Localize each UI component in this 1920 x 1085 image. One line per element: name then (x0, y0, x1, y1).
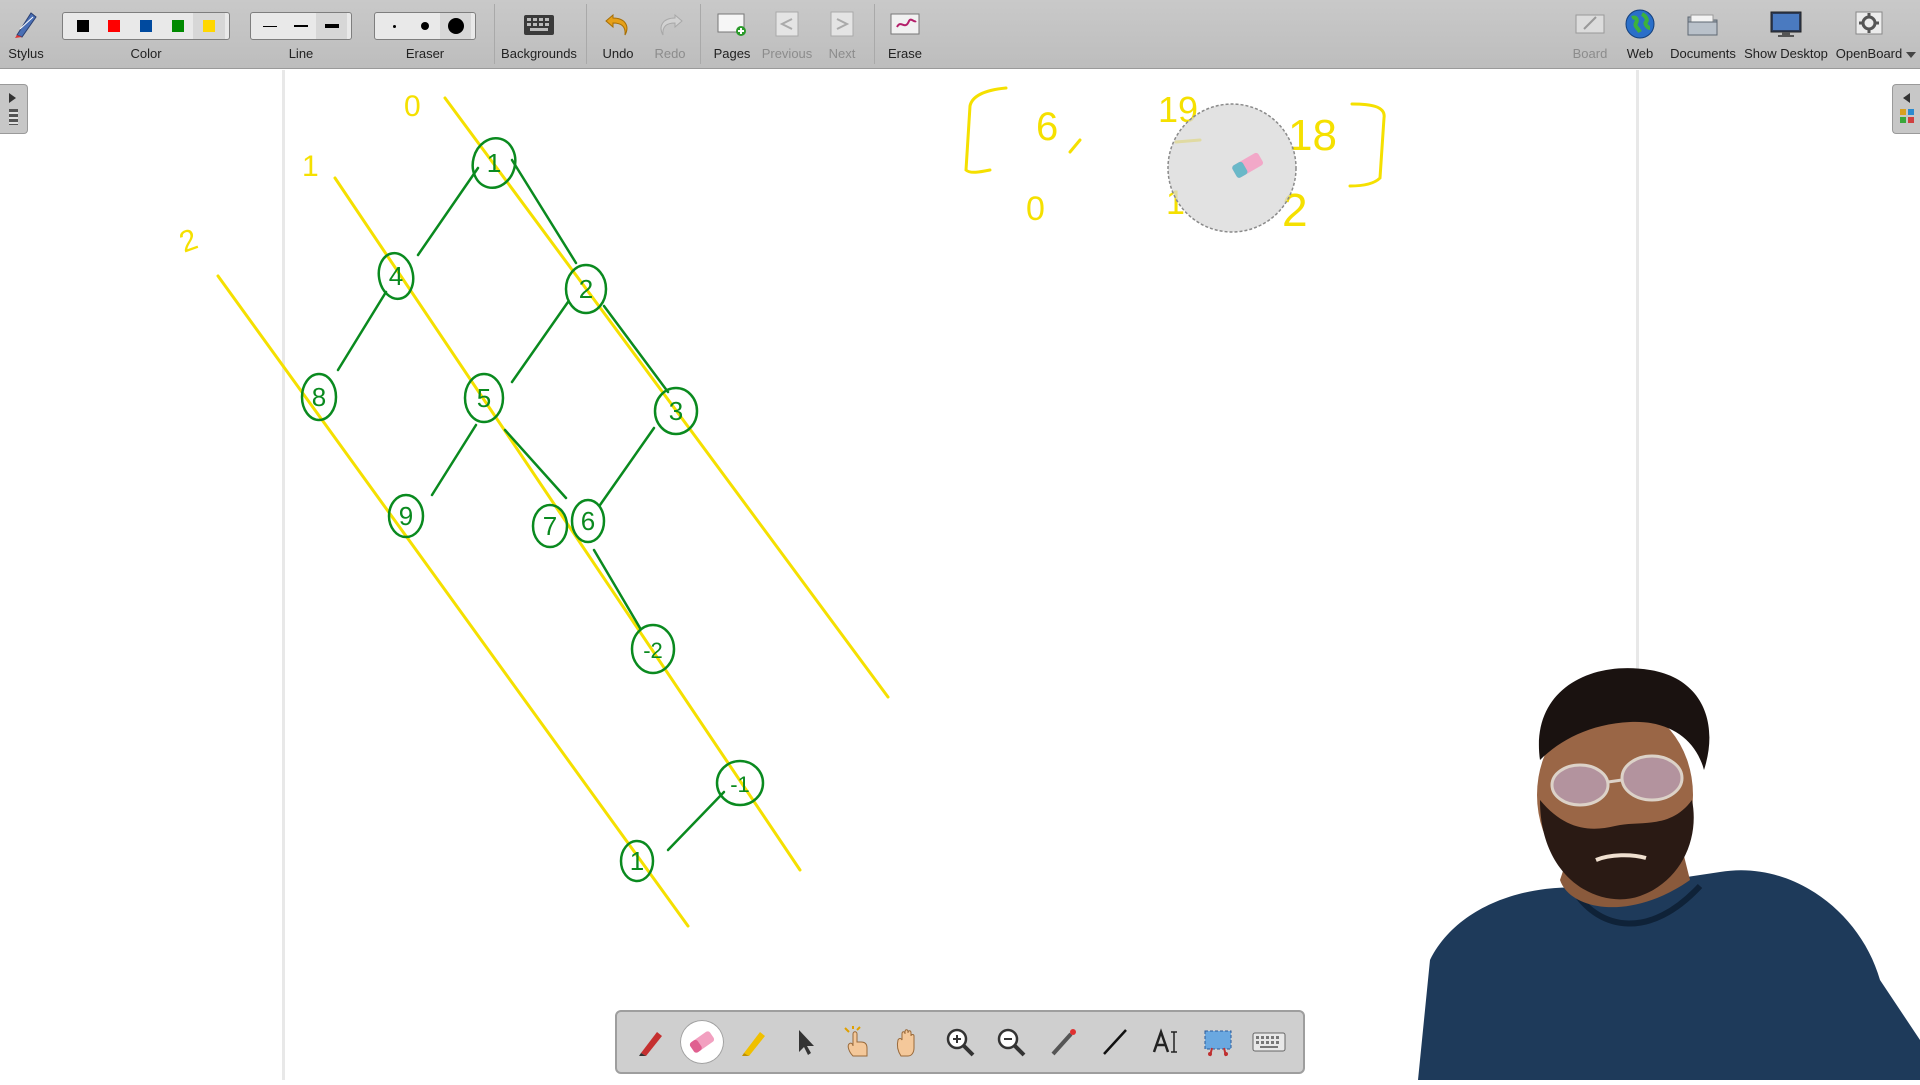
svg-text:3: 3 (669, 396, 683, 426)
zoom-in-tool-button[interactable] (938, 1020, 982, 1064)
laser-pointer-icon (1051, 1029, 1077, 1056)
text-icon (1152, 1028, 1178, 1053)
svg-text:4: 4 (389, 261, 403, 291)
laser-pointer-tool-button[interactable] (1041, 1020, 1085, 1064)
highlighter-icon (741, 1032, 765, 1056)
tree-nodes (300, 136, 765, 883)
svg-text:5: 5 (477, 383, 491, 413)
svg-text:-1: -1 (730, 772, 750, 797)
pen-tool-button[interactable] (629, 1020, 673, 1064)
selector-tool-button[interactable] (783, 1020, 827, 1064)
stylus-palette (615, 1010, 1305, 1074)
svg-text:9: 9 (399, 501, 413, 531)
svg-text:1: 1 (630, 846, 644, 876)
eraser-icon (690, 1031, 715, 1053)
highlighter-tool-button[interactable] (732, 1020, 776, 1064)
pen-icon (638, 1032, 662, 1056)
line-tool-button[interactable] (1093, 1020, 1137, 1064)
arrow-cursor-icon (799, 1030, 815, 1055)
zoom-out-icon (998, 1028, 1026, 1057)
svg-text:1: 1 (487, 148, 501, 178)
presenter-webcam-overlay (1400, 660, 1920, 1080)
svg-text:18: 18 (1288, 111, 1337, 160)
level-labels: 0 1 2 (175, 90, 421, 259)
svg-text:0: 0 (404, 90, 421, 123)
pointing-hand-icon (844, 1026, 868, 1057)
svg-text:8: 8 (312, 382, 326, 412)
svg-text:6: 6 (581, 506, 595, 536)
keyboard-icon (1252, 1032, 1286, 1052)
eraser-tool-button[interactable] (680, 1020, 725, 1064)
tree-node-labels: 1 4 2 8 5 3 9 7 6 -2 -1 1 (312, 148, 750, 876)
svg-text:6: 6 (1036, 105, 1058, 149)
svg-text:2: 2 (579, 274, 593, 304)
screen-capture-icon (1204, 1030, 1232, 1057)
svg-text:0: 0 (1026, 190, 1045, 228)
svg-text:-2: -2 (643, 638, 663, 663)
svg-text:1: 1 (302, 150, 319, 183)
virtual-keyboard-button[interactable] (1247, 1020, 1291, 1064)
zoom-out-tool-button[interactable] (989, 1020, 1033, 1064)
interact-tool-button[interactable] (835, 1020, 879, 1064)
text-tool-button[interactable] (1144, 1020, 1188, 1064)
svg-text:7: 7 (543, 511, 557, 541)
capture-tool-button[interactable] (1196, 1020, 1240, 1064)
line-icon (1102, 1029, 1127, 1055)
hand-tool-button[interactable] (886, 1020, 930, 1064)
hand-icon (897, 1029, 915, 1057)
zoom-in-icon (946, 1028, 975, 1057)
eraser-cursor (1167, 103, 1297, 233)
svg-text:2: 2 (175, 223, 202, 260)
